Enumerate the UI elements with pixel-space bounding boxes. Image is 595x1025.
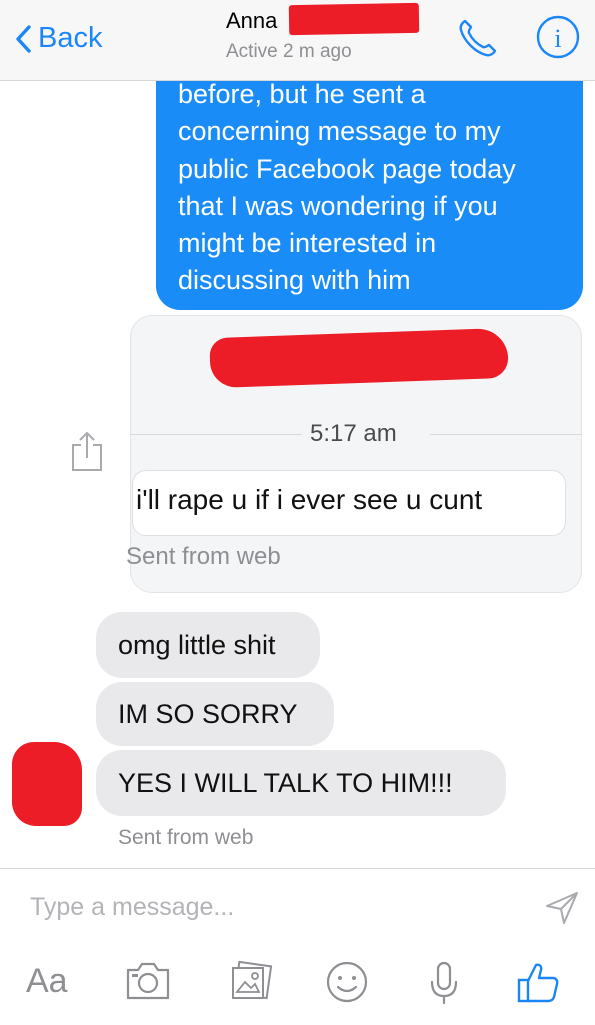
- message-composer: [0, 868, 595, 1025]
- avatar[interactable]: [12, 742, 82, 826]
- share-icon[interactable]: [70, 430, 104, 477]
- sent-from-label: Sent from web: [118, 826, 254, 849]
- text-format-button[interactable]: Aa: [26, 962, 68, 1001]
- outgoing-line: public Facebook page today: [178, 153, 516, 184]
- photo-icon[interactable]: [229, 960, 273, 1007]
- divider: [430, 434, 582, 435]
- shared-message-sent-from: Sent from web: [126, 543, 281, 570]
- outgoing-line: before, but he sent a: [178, 79, 426, 109]
- message-input[interactable]: [30, 893, 510, 922]
- info-icon[interactable]: i: [535, 14, 581, 65]
- incoming-message-bubble[interactable]: omg little shit: [96, 612, 320, 678]
- microphone-icon[interactable]: [428, 960, 460, 1011]
- camera-icon[interactable]: [124, 960, 172, 1007]
- incoming-message-bubble[interactable]: IM SO SORRY: [96, 682, 334, 746]
- incoming-message-bubble[interactable]: YES I WILL TALK TO HIM!!!: [96, 750, 506, 816]
- send-icon[interactable]: [544, 890, 580, 931]
- outgoing-line: might be interested in: [178, 228, 437, 259]
- redacted-last-name: [288, 2, 420, 36]
- contact-name[interactable]: Anna: [226, 8, 277, 34]
- active-status: Active 2 m ago: [226, 41, 352, 62]
- incoming-message-text: omg little shit: [118, 629, 276, 660]
- emoji-icon[interactable]: [325, 960, 369, 1009]
- svg-text:i: i: [554, 24, 561, 53]
- redacted-sender-name: [209, 327, 509, 389]
- shared-message-text: i'll rape u if i ever see u cunt: [136, 484, 483, 515]
- incoming-message-text: IM SO SORRY: [118, 698, 298, 729]
- outgoing-line: concerning message to my: [178, 116, 501, 147]
- shared-message-time: 5:17 am: [310, 420, 397, 447]
- thumbs-up-icon[interactable]: [516, 960, 560, 1009]
- outgoing-line: that I was wondering if you: [178, 190, 498, 221]
- back-button[interactable]: Back: [14, 22, 102, 55]
- divider: [130, 434, 302, 435]
- chevron-left-icon: [16, 24, 31, 53]
- conversation-header: Back Anna Active 2 m ago i: [0, 0, 595, 81]
- outgoing-line: discussing with him: [178, 265, 411, 296]
- back-label: Back: [38, 22, 103, 54]
- incoming-message-text: YES I WILL TALK TO HIM!!!: [118, 767, 453, 798]
- outgoing-message-bubble[interactable]: before, but he sent a concerning message…: [156, 52, 583, 310]
- phone-icon[interactable]: [456, 16, 500, 65]
